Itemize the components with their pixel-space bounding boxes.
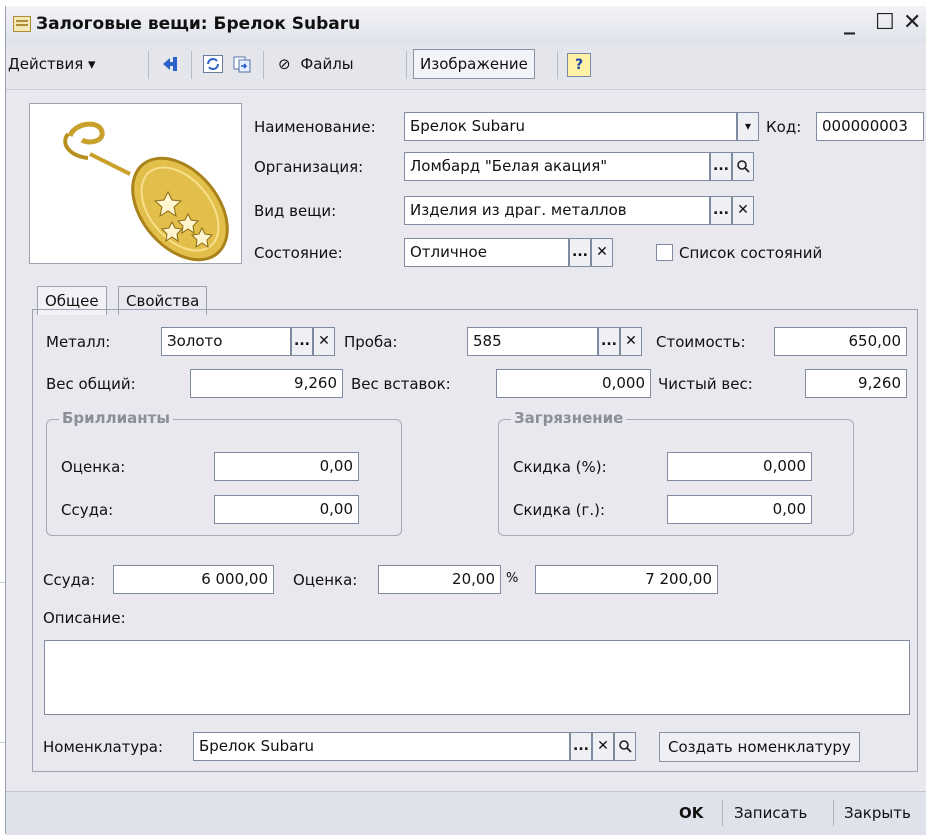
refresh-icon[interactable] <box>203 55 223 73</box>
ok-button[interactable]: OK <box>679 796 703 830</box>
background-line <box>0 742 5 743</box>
clear-icon[interactable]: ✕ <box>313 327 335 356</box>
window-title: Залоговые вещи: Брелок Subaru <box>36 14 361 34</box>
cost-field[interactable]: 650,00 <box>774 327 907 356</box>
search-icon[interactable] <box>614 732 636 761</box>
code-field[interactable]: 000000003 <box>816 112 924 141</box>
description-label: Описание: <box>43 609 126 627</box>
loan-label: Ссуда: <box>43 571 96 589</box>
chevron-down-icon[interactable]: ▾ <box>737 112 759 141</box>
description-textarea[interactable] <box>44 640 910 715</box>
close-button[interactable]: Закрыть <box>844 796 911 830</box>
net-weight-label: Чистый вес: <box>658 375 753 393</box>
percent-sign: % <box>506 571 519 586</box>
toolbar-separator <box>148 51 149 79</box>
probe-field[interactable]: 585 <box>467 327 598 356</box>
inserts-weight-label: Вес вставок: <box>351 375 451 393</box>
state-list-checkbox[interactable] <box>656 244 673 261</box>
metal-field[interactable]: Золото <box>161 327 291 356</box>
name-label: Наименование: <box>254 118 376 136</box>
toolbar-separator <box>263 51 264 79</box>
item-type-field[interactable]: Изделия из драг. металлов <box>404 196 710 225</box>
toolbar-separator <box>191 51 192 79</box>
clear-icon[interactable]: ✕ <box>592 732 614 761</box>
probe-label: Проба: <box>344 333 398 351</box>
inserts-weight-field[interactable]: 0,000 <box>496 369 651 398</box>
ellipsis-button[interactable]: ... <box>710 152 732 181</box>
discount-grams-field[interactable]: 0,00 <box>667 495 812 524</box>
clear-icon[interactable]: ✕ <box>732 196 754 225</box>
state-field[interactable]: Отличное <box>404 238 569 267</box>
ellipsis-button[interactable]: ... <box>570 732 592 761</box>
code-label: Код: <box>766 118 802 136</box>
organization-field[interactable]: Ломбард "Белая акация" <box>404 152 710 181</box>
toolbar: Действия ▾ ⊘ Файлы Изображение ? <box>6 43 926 90</box>
estimate-percent-field[interactable]: 20,00 <box>378 565 501 594</box>
ellipsis-button[interactable]: ... <box>569 238 591 267</box>
background-line <box>0 582 5 583</box>
image-button[interactable]: Изображение <box>413 49 535 79</box>
discount-grams-label: Скидка (г.): <box>513 501 606 519</box>
actions-menu[interactable]: Действия ▾ <box>8 49 96 79</box>
footer-bar: OK Записать Закрыть <box>6 791 926 835</box>
item-photo[interactable] <box>29 103 242 264</box>
dirt-group-title: Загрязнение <box>511 409 627 427</box>
close-window-button[interactable]: ✕ <box>903 10 921 35</box>
estimate-label: Оценка: <box>293 571 358 589</box>
form-window: Залоговые вещи: Брелок Subaru _ ☐ ✕ Дейс… <box>5 6 926 835</box>
metal-label: Металл: <box>46 333 111 351</box>
diamonds-estimate-field[interactable]: 0,00 <box>214 452 359 481</box>
name-field[interactable]: Брелок Subaru <box>404 112 737 141</box>
ellipsis-button[interactable]: ... <box>291 327 313 356</box>
diamonds-group-title: Бриллианты <box>59 409 173 427</box>
toolbar-separator <box>406 51 407 79</box>
estimate-total-field[interactable]: 7 200,00 <box>535 565 718 594</box>
gross-weight-label: Вес общий: <box>46 375 136 393</box>
save-button[interactable]: Записать <box>734 796 807 830</box>
files-button[interactable]: ⊘ Файлы <box>278 49 354 79</box>
paperclip-icon: ⊘ <box>278 55 291 73</box>
diamonds-loan-field[interactable]: 0,00 <box>214 495 359 524</box>
arrow-left-icon[interactable] <box>161 55 181 73</box>
ellipsis-button[interactable]: ... <box>598 327 620 356</box>
footer-separator <box>722 800 723 826</box>
loan-field[interactable]: 6 000,00 <box>113 565 274 594</box>
nomenclature-field[interactable]: Брелок Subaru <box>193 732 570 761</box>
clear-icon[interactable]: ✕ <box>591 238 613 267</box>
organization-label: Организация: <box>254 158 364 176</box>
diamonds-loan-label: Ссуда: <box>61 501 114 519</box>
footer-separator <box>833 800 834 826</box>
gross-weight-field[interactable]: 9,260 <box>190 369 343 398</box>
state-list-label: Список состояний <box>679 244 823 262</box>
toolbar-separator <box>557 51 558 79</box>
create-nomenclature-button[interactable]: Создать номенклатуру <box>659 732 860 762</box>
search-icon[interactable] <box>732 152 754 181</box>
item-type-label: Вид вещи: <box>254 202 337 220</box>
cost-label: Стоимость: <box>656 333 746 351</box>
title-bar: Залоговые вещи: Брелок Subaru _ ☐ ✕ <box>6 6 926 43</box>
help-icon[interactable]: ? <box>567 53 591 77</box>
copy-icon[interactable] <box>232 55 252 73</box>
diamonds-estimate-label: Оценка: <box>61 458 126 476</box>
clear-icon[interactable]: ✕ <box>620 327 642 356</box>
form-icon <box>13 16 31 32</box>
nomenclature-label: Номенклатура: <box>43 738 164 756</box>
minimize-button[interactable]: _ <box>844 10 855 35</box>
maximize-button[interactable]: ☐ <box>875 10 895 35</box>
discount-percent-label: Скидка (%): <box>513 458 607 476</box>
ellipsis-button[interactable]: ... <box>710 196 732 225</box>
discount-percent-field[interactable]: 0,000 <box>667 452 812 481</box>
net-weight-field[interactable]: 9,260 <box>805 369 907 398</box>
state-label: Состояние: <box>254 244 343 262</box>
